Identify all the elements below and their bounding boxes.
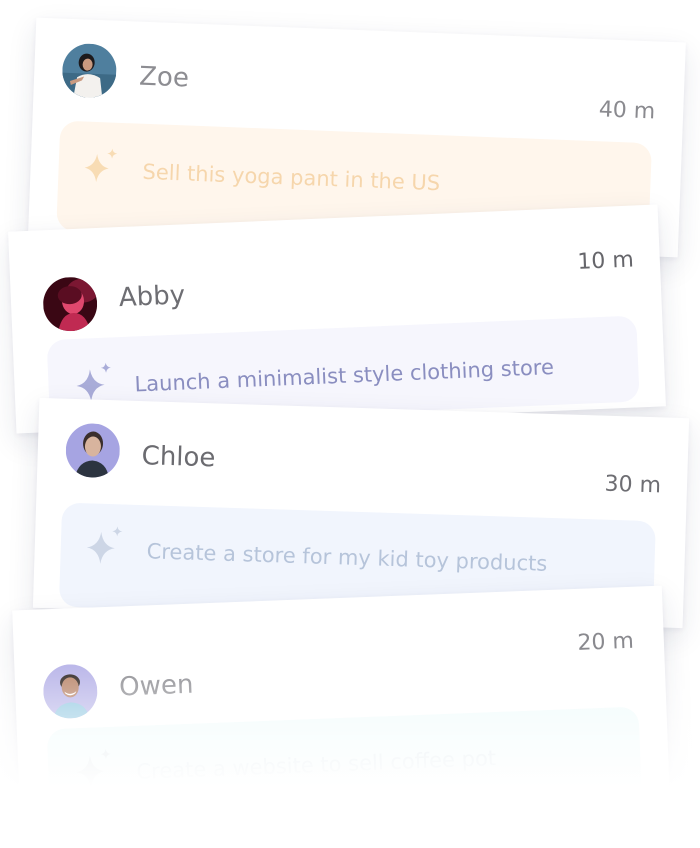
- sparkle-icon: [72, 747, 118, 798]
- elapsed-time: 10 m: [576, 247, 635, 275]
- elapsed-time: 30 m: [604, 471, 662, 499]
- sender-name: Abby: [118, 280, 186, 314]
- sparkle-icon: [82, 523, 128, 573]
- avatar-abby: [42, 276, 99, 333]
- sparkle-icon: [80, 145, 122, 192]
- elapsed-time: 40 m: [598, 97, 656, 125]
- sender-name: Owen: [118, 669, 194, 703]
- request-card-owen[interactable]: Owen 20 m Create a website to sell coffe…: [12, 585, 670, 840]
- avatar-owen: [42, 663, 99, 720]
- avatar-zoe: [61, 42, 118, 99]
- sender-name: Chloe: [141, 441, 216, 474]
- elapsed-time: 20 m: [576, 628, 635, 656]
- avatar-chloe: [64, 422, 121, 479]
- sender-name: Zoe: [138, 61, 190, 94]
